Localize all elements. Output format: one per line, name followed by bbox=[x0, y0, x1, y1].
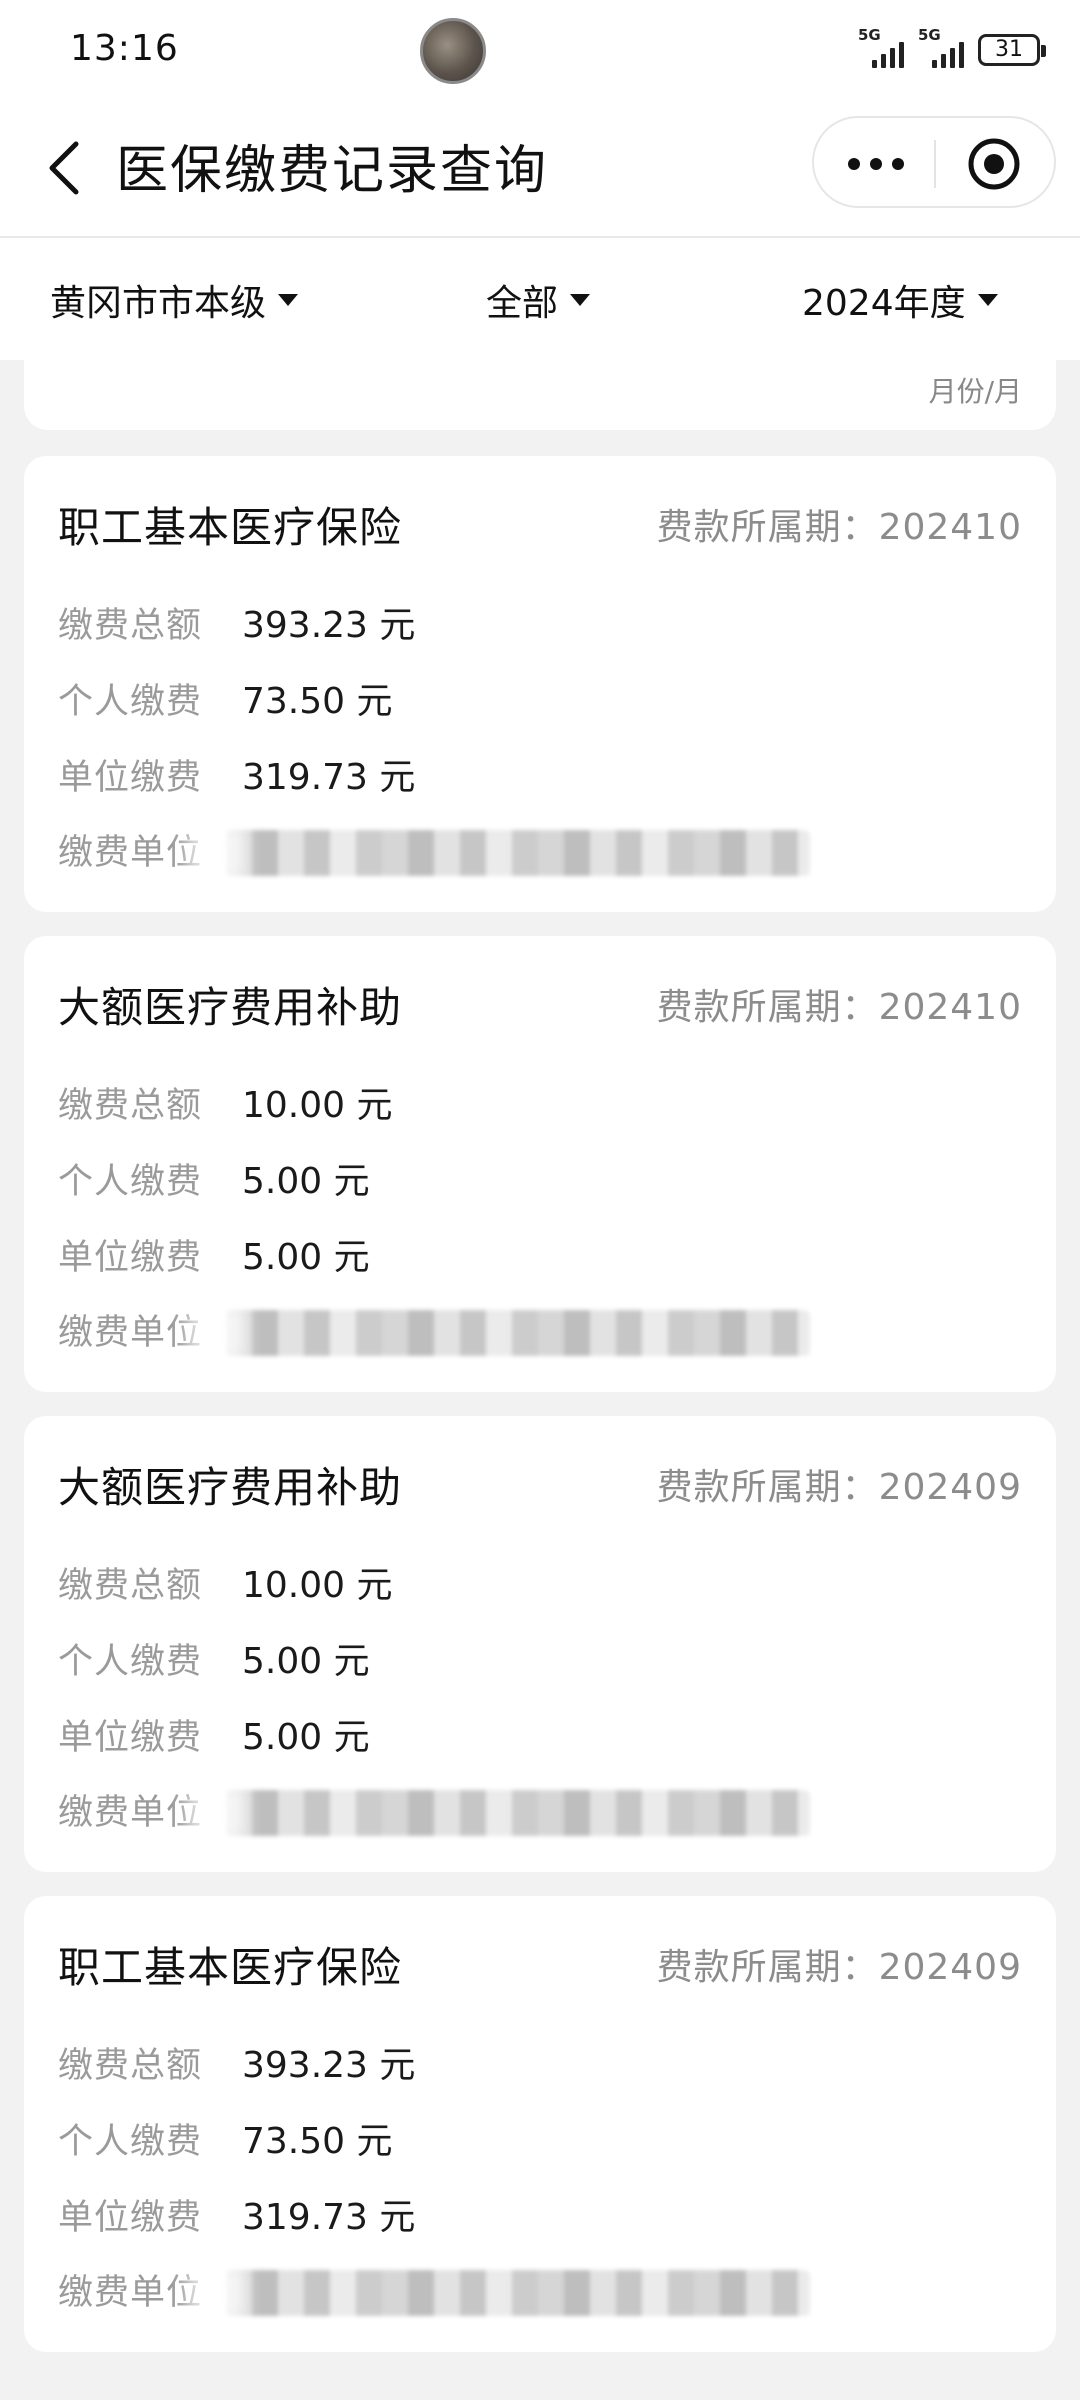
row-employer: 缴费单位 bbox=[58, 2264, 810, 2316]
unit-value: 5.00 元 bbox=[242, 1717, 370, 1758]
year-filter-label: 2024年度 bbox=[802, 283, 966, 324]
record-card[interactable]: 大额医疗费用补助 费款所属期：202410 缴费总额 10.00 元 个人缴费 … bbox=[24, 936, 1056, 1392]
row-total: 缴费总额 393.23 元 bbox=[58, 2036, 415, 2086]
capsule-divider bbox=[934, 140, 936, 188]
total-value: 393.23 元 bbox=[242, 605, 416, 646]
record-card[interactable]: 职工基本医疗保险 费款所属期：202409 缴费总额 393.23 元 个人缴费… bbox=[24, 1896, 1056, 2352]
total-value: 10.00 元 bbox=[242, 1085, 393, 1126]
target-icon[interactable] bbox=[966, 136, 1022, 192]
personal-label: 个人缴费 bbox=[58, 682, 203, 722]
signal-icon: 5G bbox=[858, 26, 906, 70]
total-label: 缴费总额 bbox=[58, 1566, 203, 1606]
filter-bar: 黄冈市市本级 全部 2024年度 bbox=[0, 238, 1080, 360]
record-title: 大额医疗费用补助 bbox=[58, 983, 403, 1032]
unit-label: 单位缴费 bbox=[58, 1238, 203, 1278]
employer-redacted bbox=[226, 2270, 810, 2316]
row-employer: 缴费单位 bbox=[58, 1304, 810, 1356]
row-personal: 个人缴费 5.00 元 bbox=[58, 1632, 370, 1682]
row-unit: 单位缴费 319.73 元 bbox=[58, 748, 415, 798]
caret-down-icon bbox=[278, 294, 299, 306]
signal-icon: 5G bbox=[918, 26, 966, 70]
battery-icon: 31 bbox=[978, 34, 1046, 66]
unit-label: 单位缴费 bbox=[58, 758, 203, 798]
total-value: 10.00 元 bbox=[242, 1565, 393, 1606]
personal-label: 个人缴费 bbox=[58, 1162, 203, 1202]
type-filter[interactable]: 全部 bbox=[486, 274, 591, 326]
total-label: 缴费总额 bbox=[58, 1086, 203, 1126]
mini-program-capsule bbox=[812, 116, 1056, 208]
record-title: 大额医疗费用补助 bbox=[58, 1463, 403, 1512]
caret-down-icon bbox=[570, 294, 591, 306]
battery-level: 31 bbox=[995, 37, 1023, 62]
unit-label: 单位缴费 bbox=[58, 2198, 203, 2238]
row-total: 缴费总额 393.23 元 bbox=[58, 596, 415, 646]
status-time: 13:16 bbox=[70, 28, 179, 69]
partial-card-unit: 月份/月 bbox=[928, 375, 1022, 408]
page-title: 医保缴费记录查询 bbox=[116, 141, 549, 201]
total-value: 393.23 元 bbox=[242, 2045, 416, 2086]
employer-redacted bbox=[226, 1790, 810, 1836]
record-card[interactable]: 职工基本医疗保险 费款所属期：202410 缴费总额 393.23 元 个人缴费… bbox=[24, 456, 1056, 912]
caret-down-icon bbox=[977, 294, 998, 306]
unit-value: 319.73 元 bbox=[242, 2197, 416, 2238]
notification-avatar-icon bbox=[420, 18, 486, 84]
row-unit: 单位缴费 5.00 元 bbox=[58, 1228, 370, 1278]
unit-value: 5.00 元 bbox=[242, 1237, 370, 1278]
record-period: 费款所属期：202409 bbox=[656, 1467, 1022, 1508]
row-unit: 单位缴费 5.00 元 bbox=[58, 1708, 370, 1758]
type-filter-label: 全部 bbox=[486, 283, 559, 324]
row-unit: 单位缴费 319.73 元 bbox=[58, 2188, 415, 2238]
row-personal: 个人缴费 73.50 元 bbox=[58, 2112, 393, 2162]
record-period: 费款所属期：202410 bbox=[656, 507, 1022, 548]
total-label: 缴费总额 bbox=[58, 2046, 203, 2086]
personal-value: 5.00 元 bbox=[242, 1641, 370, 1682]
nav-bar: 医保缴费记录查询 bbox=[0, 104, 1080, 238]
personal-value: 73.50 元 bbox=[242, 2121, 393, 2162]
record-title: 职工基本医疗保险 bbox=[58, 503, 403, 552]
record-card[interactable]: 大额医疗费用补助 费款所属期：202409 缴费总额 10.00 元 个人缴费 … bbox=[24, 1416, 1056, 1872]
row-personal: 个人缴费 5.00 元 bbox=[58, 1152, 370, 1202]
year-filter[interactable]: 2024年度 bbox=[802, 274, 998, 326]
personal-label: 个人缴费 bbox=[58, 2122, 203, 2162]
status-bar: 13:16 5G 5G 31 bbox=[0, 0, 1080, 104]
back-arrow-icon[interactable] bbox=[38, 138, 98, 198]
unit-value: 319.73 元 bbox=[242, 757, 416, 798]
row-personal: 个人缴费 73.50 元 bbox=[58, 672, 393, 722]
record-period: 费款所属期：202410 bbox=[656, 987, 1022, 1028]
personal-label: 个人缴费 bbox=[58, 1642, 203, 1682]
more-dots-icon[interactable] bbox=[846, 154, 906, 174]
employer-redacted bbox=[226, 830, 810, 876]
personal-value: 73.50 元 bbox=[242, 681, 393, 722]
record-title: 职工基本医疗保险 bbox=[58, 1943, 403, 1992]
region-filter[interactable]: 黄冈市市本级 bbox=[50, 274, 299, 326]
row-employer: 缴费单位 bbox=[58, 824, 810, 876]
region-filter-label: 黄冈市市本级 bbox=[50, 283, 267, 324]
total-label: 缴费总额 bbox=[58, 606, 203, 646]
partial-card: 月份/月 bbox=[24, 360, 1056, 430]
personal-value: 5.00 元 bbox=[242, 1161, 370, 1202]
row-employer: 缴费单位 bbox=[58, 1784, 810, 1836]
record-period: 费款所属期：202409 bbox=[656, 1947, 1022, 1988]
unit-label: 单位缴费 bbox=[58, 1718, 203, 1758]
status-indicators: 5G 5G 31 bbox=[858, 26, 1046, 70]
employer-redacted bbox=[226, 1310, 810, 1356]
row-total: 缴费总额 10.00 元 bbox=[58, 1076, 393, 1126]
row-total: 缴费总额 10.00 元 bbox=[58, 1556, 393, 1606]
